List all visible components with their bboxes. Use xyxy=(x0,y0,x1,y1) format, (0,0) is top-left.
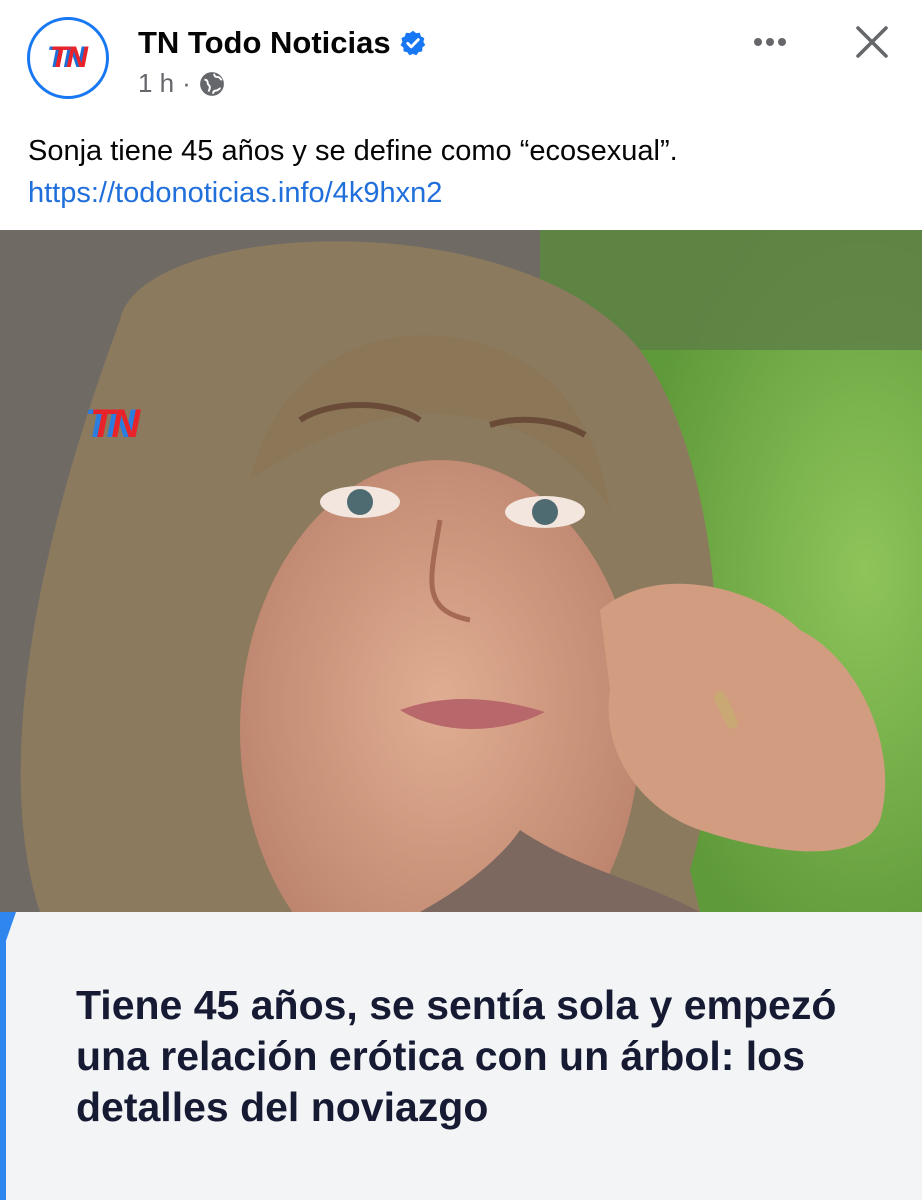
more-options-icon xyxy=(754,38,786,46)
article-photo[interactable]: TN xyxy=(0,230,922,912)
post-link[interactable]: https://todonoticias.info/4k9hxn2 xyxy=(28,172,908,214)
post-meta: 1 h · xyxy=(138,68,225,99)
tn-watermark-logo: TN xyxy=(90,402,140,446)
article-headline[interactable]: Tiene 45 años, se sentía sola y empezó u… xyxy=(76,980,876,1133)
portrait-image xyxy=(0,230,922,912)
close-button[interactable] xyxy=(848,18,896,66)
card-accent-bar xyxy=(0,940,6,1200)
post-text: Sonja tiene 45 años y se define como “ec… xyxy=(28,135,678,167)
page-name[interactable]: TN Todo Noticias xyxy=(138,25,391,61)
post-body: Sonja tiene 45 años y se define como “ec… xyxy=(28,130,908,214)
page-avatar[interactable]: TN xyxy=(27,17,109,99)
close-icon xyxy=(856,26,888,58)
post-time[interactable]: 1 h xyxy=(138,68,174,99)
post-header: TN TN Todo Noticias 1 h · xyxy=(0,0,922,120)
tn-logo: TN xyxy=(50,41,88,74)
page-name-row: TN Todo Noticias xyxy=(138,25,427,61)
more-options-button[interactable] xyxy=(748,22,792,62)
meta-separator: · xyxy=(182,68,191,98)
globe-icon xyxy=(199,71,224,96)
verified-badge-icon xyxy=(400,30,425,56)
